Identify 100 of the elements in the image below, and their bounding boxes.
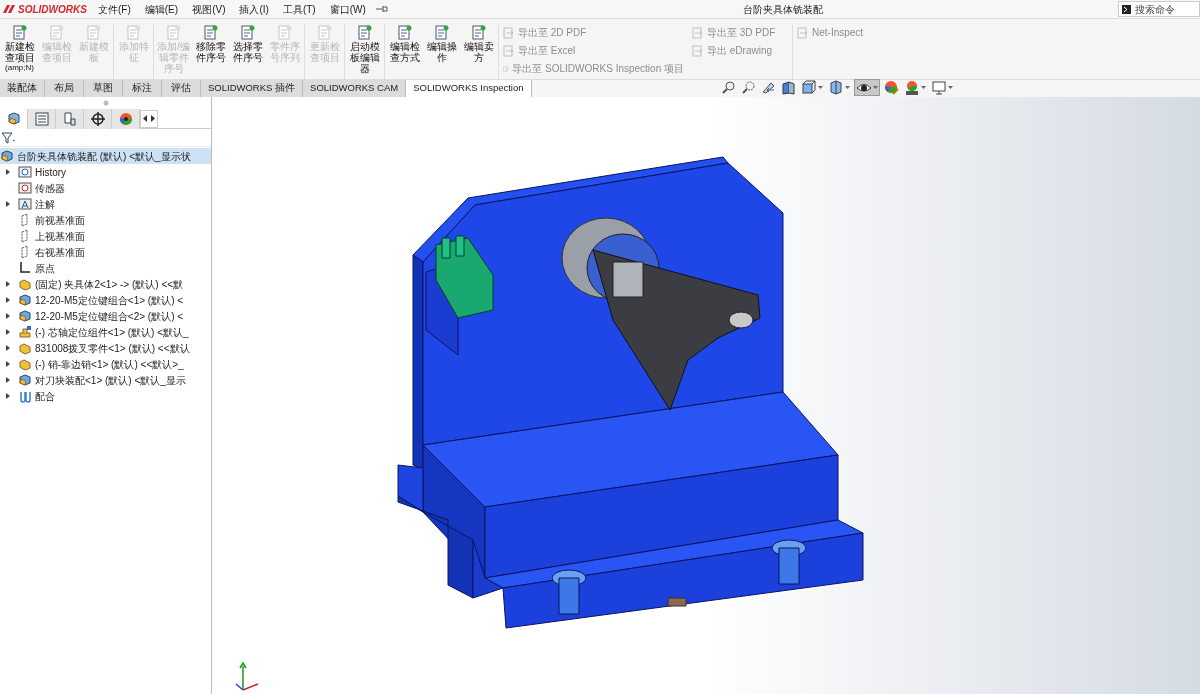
expand-arrow-icon[interactable] bbox=[6, 393, 10, 399]
export-icon bbox=[692, 26, 703, 39]
document-icon bbox=[126, 25, 141, 40]
axis-triad-icon bbox=[235, 661, 259, 691]
document-icon bbox=[12, 25, 27, 40]
expand-arrow-icon[interactable] bbox=[6, 329, 10, 335]
tree-item[interactable]: 前视基准面 bbox=[0, 212, 211, 228]
ribbon-tab[interactable]: 布局 bbox=[45, 80, 84, 97]
ribbon-tab[interactable]: 标注 bbox=[123, 80, 162, 97]
export-icon bbox=[503, 44, 514, 57]
document-icon bbox=[277, 25, 292, 40]
logo-icon bbox=[2, 4, 16, 14]
panel-tab[interactable] bbox=[84, 108, 112, 129]
document-icon bbox=[240, 25, 255, 40]
tree-item[interactable]: 831008拨叉零件<1> (默认) <<默认 bbox=[0, 340, 211, 356]
expand-arrow-icon[interactable] bbox=[6, 377, 10, 383]
ribbon-button[interactable]: 选择零件序号 bbox=[229, 25, 266, 63]
part-icon bbox=[18, 341, 32, 355]
tree-item[interactable]: 传感器 bbox=[0, 180, 211, 196]
menu-item[interactable]: 工具(T) bbox=[280, 1, 318, 17]
orientation-icon bbox=[800, 80, 816, 95]
tree-item[interactable]: 上视基准面 bbox=[0, 228, 211, 244]
expand-arrow-icon[interactable] bbox=[6, 169, 10, 175]
ribbon-button[interactable]: 启动模板编辑器 bbox=[346, 25, 383, 74]
ribbon-tab[interactable]: SOLIDWORKS 插件 bbox=[201, 80, 304, 97]
search-field[interactable]: 搜索命令 bbox=[1118, 1, 1200, 17]
caret-icon bbox=[920, 86, 926, 89]
ribbon-button[interactable]: 编辑操作 bbox=[423, 25, 460, 63]
dimxpert-icon bbox=[89, 110, 106, 127]
view-tool-button[interactable] bbox=[779, 79, 797, 96]
document-icon bbox=[166, 25, 181, 40]
tree-item[interactable]: 对刀块装配<1> (默认) <默认_显示 bbox=[0, 372, 211, 388]
assembly-icon bbox=[0, 149, 14, 163]
section-icon bbox=[780, 80, 796, 95]
previous-icon bbox=[760, 80, 776, 95]
ribbon-tab[interactable]: 装配体 bbox=[0, 80, 45, 97]
export-icon bbox=[797, 26, 808, 39]
properties-icon bbox=[33, 110, 50, 127]
tree-item[interactable]: 台阶夹具体铣装配 (默认) <默认_显示状 bbox=[0, 148, 211, 164]
document-icon bbox=[203, 25, 218, 40]
filter-icon[interactable] bbox=[1, 131, 17, 144]
appearance-icon bbox=[883, 80, 899, 95]
menu-item[interactable]: 编辑(E) bbox=[142, 1, 181, 17]
ribbon-tab[interactable]: SOLIDWORKS CAM bbox=[303, 80, 407, 97]
app-logo: SOLIDWORKS bbox=[18, 2, 87, 17]
ribbon-tab[interactable]: SOLIDWORKS Inspection bbox=[406, 80, 532, 97]
expand-arrow-icon[interactable] bbox=[6, 313, 10, 319]
assembly-icon bbox=[18, 373, 32, 387]
tree-item[interactable]: History bbox=[0, 164, 211, 180]
tree-item[interactable]: 配合 bbox=[0, 388, 211, 404]
caret-icon bbox=[872, 86, 878, 89]
tree-item[interactable]: 12-20-M5定位键组合<2> (默认) < bbox=[0, 308, 211, 324]
ribbon-button[interactable]: 编辑卖方 bbox=[460, 25, 497, 63]
grip-icon[interactable] bbox=[102, 100, 109, 106]
left-arrow-icon bbox=[143, 115, 148, 122]
expand-arrow-icon[interactable] bbox=[6, 281, 10, 287]
menu-item[interactable]: 窗口(W) bbox=[327, 1, 368, 17]
window-title: 台阶夹具体铣装配 bbox=[742, 2, 823, 17]
expand-arrow-icon[interactable] bbox=[6, 361, 10, 367]
document-icon bbox=[471, 25, 486, 40]
tree-item[interactable]: 原点 bbox=[0, 260, 211, 276]
ribbon-tab[interactable]: 草图 bbox=[84, 80, 123, 97]
export-icon bbox=[503, 26, 514, 39]
expand-arrow-icon[interactable] bbox=[6, 201, 10, 207]
document-icon bbox=[86, 25, 101, 40]
right-arrow-icon bbox=[150, 115, 155, 122]
ribbon-button[interactable]: 移除零件序号 bbox=[192, 25, 229, 63]
zoom-area-icon bbox=[740, 80, 756, 95]
menu-item[interactable]: 插入(I) bbox=[237, 1, 271, 17]
panel-tab[interactable] bbox=[112, 108, 140, 129]
display-icon bbox=[117, 110, 134, 127]
mates-icon bbox=[18, 389, 32, 403]
ribbon-button[interactable]: 编辑检查方式 bbox=[386, 25, 423, 63]
tree-item[interactable]: (-) 芯轴定位组件<1> (默认) <默认_ bbox=[0, 324, 211, 340]
history-icon bbox=[18, 165, 32, 179]
display-icon bbox=[827, 80, 843, 95]
tree-item[interactable]: 12-20-M5定位键组合<1> (默认) < bbox=[0, 292, 211, 308]
pin-icon[interactable] bbox=[375, 5, 388, 13]
ribbon-tab[interactable]: 评估 bbox=[162, 80, 201, 97]
view-tool-button[interactable] bbox=[853, 79, 880, 96]
tree-item[interactable]: (-) 销-靠边销<1> (默认) <<默认>_ bbox=[0, 356, 211, 372]
scroll-arrows[interactable] bbox=[140, 109, 158, 128]
menu-item[interactable]: 文件(F) bbox=[96, 1, 133, 17]
tree-item[interactable]: 右视基准面 bbox=[0, 244, 211, 260]
annotation-icon bbox=[18, 197, 32, 211]
menu-item[interactable]: 视图(V) bbox=[190, 1, 228, 17]
document-icon bbox=[317, 25, 332, 40]
expand-arrow-icon[interactable] bbox=[6, 297, 10, 303]
terminal-icon bbox=[1122, 4, 1131, 14]
expand-arrow-icon[interactable] bbox=[6, 345, 10, 351]
part-icon bbox=[18, 357, 32, 371]
tree-item[interactable]: (固定) 夹具体2<1> -> (默认) <<默 bbox=[0, 276, 211, 292]
ribbon-button[interactable]: 新建检查项目 (amp;N) bbox=[1, 25, 38, 73]
scene-icon bbox=[903, 80, 919, 95]
part-icon bbox=[18, 277, 32, 291]
view-tool-button[interactable] bbox=[799, 79, 824, 96]
config-icon bbox=[61, 110, 78, 127]
export-icon bbox=[692, 44, 703, 57]
tree-item[interactable]: 注解 bbox=[0, 196, 211, 212]
document-icon bbox=[434, 25, 449, 40]
